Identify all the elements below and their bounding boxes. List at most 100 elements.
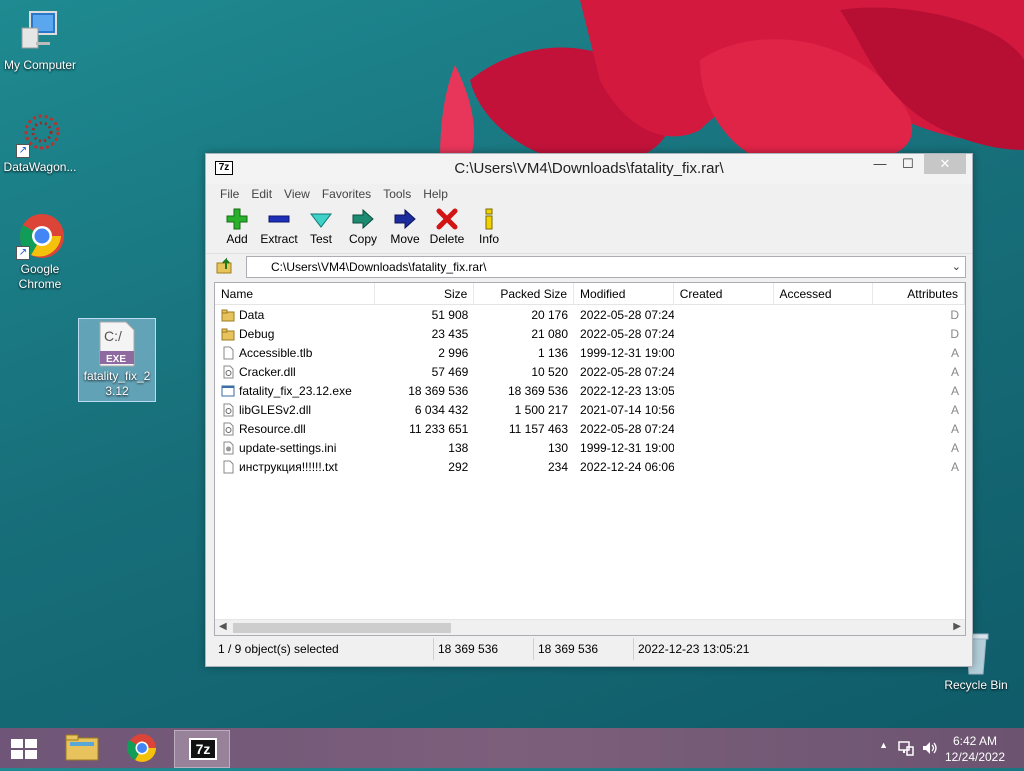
table-row[interactable]: Accessible.tlb 2 996 1 136 1999-12-31 19:00… <box>215 343 965 362</box>
cell-accessed <box>774 419 874 438</box>
cell-attributes: A <box>950 441 959 455</box>
extract-label: Extract <box>260 232 298 246</box>
cell-size: 11 233 651 <box>409 422 469 436</box>
address-text: C:\Users\VM4\Downloads\fatality_fix.rar\ <box>271 260 487 274</box>
column-name[interactable]: Name <box>215 283 375 304</box>
cell-size: 2 996 <box>438 346 469 360</box>
move-button[interactable]: Move <box>384 204 426 253</box>
start-button[interactable] <box>0 730 48 768</box>
cell-created <box>674 457 774 476</box>
cell-name: Accessible.tlb <box>215 343 375 362</box>
minimize-button[interactable]: — <box>866 154 894 174</box>
extract-button[interactable]: Extract <box>258 204 300 253</box>
column-modified[interactable]: Modified <box>574 283 674 304</box>
file-name: update-settings.ini <box>239 440 337 455</box>
table-row[interactable]: libGLESv2.dll 6 034 432 1 500 217 2021-07-1… <box>215 400 965 419</box>
cell-created <box>674 381 774 400</box>
taskbar-file-explorer[interactable] <box>54 730 110 768</box>
menu-edit[interactable]: Edit <box>245 184 278 204</box>
taskbar: 7z ▲ 6:42 AM 12/24/2022 <box>0 728 1024 768</box>
column-packed-size[interactable]: Packed Size <box>474 283 575 304</box>
table-row[interactable]: fatality_fix_23.12.exe 18 369 536 18 369 5… <box>215 381 965 400</box>
network-icon[interactable] <box>898 740 914 756</box>
address-bar: C:\Users\VM4\Downloads\fatality_fix.rar\… <box>206 254 972 280</box>
folder-icon <box>221 308 235 322</box>
exe-badge: EXE <box>106 354 127 365</box>
desktop-icon-google-chrome[interactable]: ↗ Google Chrome <box>0 212 80 292</box>
delete-label: Delete <box>429 232 465 246</box>
seven-zip-window[interactable]: 7z C:\Users\VM4\Downloads\fatality_fix.r… <box>205 153 973 667</box>
menu-tools[interactable]: Tools <box>377 184 417 204</box>
scroll-left-icon[interactable]: ◀ <box>219 621 227 632</box>
scroll-thumb[interactable] <box>233 623 451 633</box>
dll-file-icon <box>221 403 235 417</box>
column-size[interactable]: Size <box>375 283 475 304</box>
cell-modified: 2021-07-14 10:56 <box>580 403 674 417</box>
cell-accessed <box>774 438 874 457</box>
chrome-icon: ↗ <box>16 212 64 260</box>
file-icon <box>221 460 235 474</box>
cell-packed-size: 18 369 536 <box>507 384 569 398</box>
table-row[interactable]: Debug 23 435 21 080 2022-05-28 07:24 D <box>215 324 965 343</box>
desktop-icon-label: Recycle Bin <box>944 678 1008 692</box>
column-attributes[interactable]: Attributes <box>873 283 965 304</box>
address-input[interactable]: C:\Users\VM4\Downloads\fatality_fix.rar\… <box>246 256 966 278</box>
delete-x-icon <box>436 208 458 230</box>
delete-button[interactable]: Delete <box>426 204 468 253</box>
folder-icon <box>221 327 235 341</box>
cell-attributes: A <box>950 422 959 436</box>
cell-size: 18 369 536 <box>408 384 469 398</box>
speaker-icon[interactable] <box>922 740 938 756</box>
cell-modified: 2022-05-28 07:24 <box>580 327 674 341</box>
taskbar-seven-zip[interactable]: 7z <box>174 730 230 768</box>
windows-logo-icon <box>11 739 37 759</box>
folder-up-icon[interactable] <box>216 257 234 275</box>
horizontal-scrollbar[interactable]: ◀ ▶ <box>215 619 965 635</box>
cell-modified: 2022-05-28 07:24 <box>580 308 674 322</box>
menu-favorites[interactable]: Favorites <box>316 184 377 204</box>
chevron-up-icon[interactable]: ▲ <box>879 740 888 750</box>
menu-help[interactable]: Help <box>417 184 454 204</box>
table-row[interactable]: Resource.dll 11 233 651 11 157 463 2022-05-… <box>215 419 965 438</box>
cell-attributes: A <box>950 403 959 417</box>
folder-icon <box>65 734 99 761</box>
clock-time: 6:42 AM <box>952 734 998 748</box>
taskbar-chrome[interactable] <box>114 730 170 768</box>
desktop-icon-my-computer[interactable]: My Computer <box>0 8 80 73</box>
desktop-icon-datawagon[interactable]: ↗ DataWagon... <box>0 110 80 175</box>
settings-file-icon <box>221 441 235 455</box>
file-list[interactable]: Name Size Packed Size Modified Created A… <box>214 282 966 636</box>
table-row[interactable]: Cracker.dll 57 469 10 520 2022-05-28 07:24 A <box>215 362 965 381</box>
column-headers: Name Size Packed Size Modified Created A… <box>215 283 965 305</box>
close-button[interactable]: ✕ <box>924 154 966 174</box>
table-row[interactable]: Data 51 908 20 176 2022-05-28 07:24 D <box>215 305 965 324</box>
cell-accessed <box>774 381 874 400</box>
cell-attributes: A <box>950 346 959 360</box>
info-button[interactable]: Info <box>468 204 510 253</box>
file-name: Accessible.tlb <box>239 345 313 360</box>
copy-button[interactable]: Copy <box>342 204 384 253</box>
test-button[interactable]: Test <box>300 204 342 253</box>
desktop-icon-fatality-exe[interactable]: C:/ EXE fatality_fix_23.12 <box>78 318 156 402</box>
column-created[interactable]: Created <box>674 283 774 304</box>
cell-packed-size: 10 520 <box>531 365 569 379</box>
menu-file[interactable]: File <box>214 184 245 204</box>
cell-size: 57 469 <box>431 365 469 379</box>
status-size: 18 369 536 <box>434 638 534 660</box>
menu-view[interactable]: View <box>278 184 316 204</box>
column-accessed[interactable]: Accessed <box>774 283 874 304</box>
table-row[interactable]: update-settings.ini 138 130 1999-12-31 19:0… <box>215 438 965 457</box>
clock[interactable]: 6:42 AM 12/24/2022 <box>940 733 1010 765</box>
table-row[interactable]: инструкция!!!!!!.txt 292 234 2022-12-24 06:… <box>215 457 965 476</box>
status-bar: 1 / 9 object(s) selected 18 369 536 18 3… <box>214 638 966 660</box>
maximize-button[interactable]: ☐ <box>894 154 922 174</box>
check-icon <box>310 213 332 228</box>
chevron-down-icon[interactable]: ⌄ <box>952 260 961 273</box>
window-titlebar[interactable]: 7z C:\Users\VM4\Downloads\fatality_fix.r… <box>206 154 972 184</box>
cell-attributes: D <box>950 327 959 341</box>
scroll-right-icon[interactable]: ▶ <box>953 621 961 632</box>
file-name: Data <box>239 307 265 322</box>
desktop-icon-label: DataWagon... <box>3 160 77 174</box>
add-button[interactable]: Add <box>216 204 258 253</box>
file-name: fatality_fix_23.12.exe <box>239 383 352 398</box>
